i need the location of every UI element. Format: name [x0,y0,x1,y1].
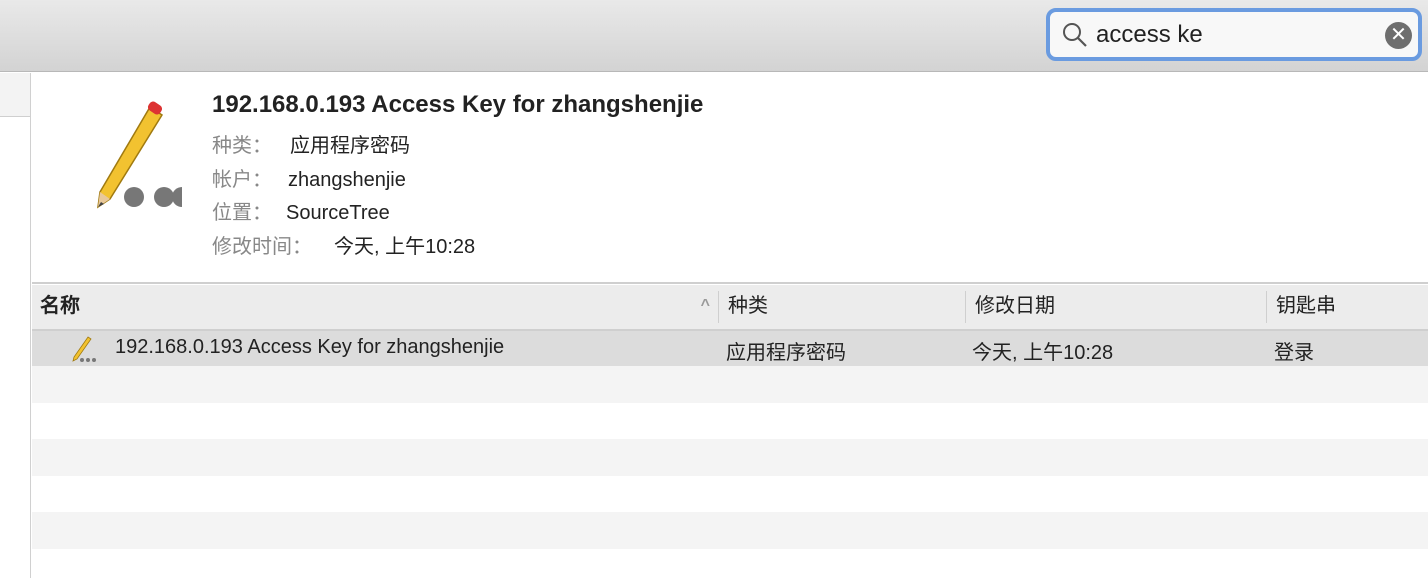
sidebar [0,73,31,578]
item-info-pane: 192.168.0.193 Access Key for zhangshenji… [32,73,1428,284]
search-icon [1062,22,1088,48]
location-field: 位置：SourceTree [212,196,390,225]
row-name: 192.168.0.193 Access Key for zhangshenji… [115,336,504,359]
row-date: 今天, 上午10:28 [972,336,1113,365]
empty-row [32,403,1428,440]
sidebar-header [0,73,30,117]
field-label: 位置： [212,196,286,225]
field-value: 应用程序密码 [290,135,410,157]
search-input[interactable]: access ke [1096,21,1203,49]
kind-field: 种类：应用程序密码 [212,129,410,158]
empty-row [32,476,1428,513]
column-header-kind[interactable]: 种类 [720,285,965,329]
toolbar: access ke ✕ [0,0,1428,72]
modified-field: 修改时间：今天, 上午10:28 [212,230,475,259]
item-title: 192.168.0.193 Access Key for zhangshenji… [212,91,703,119]
column-header-keychain[interactable]: 钥匙串 [1268,285,1428,329]
empty-row [32,366,1428,403]
clear-search-icon[interactable]: ✕ [1385,22,1412,49]
row-keychain: 登录 [1274,336,1314,365]
empty-row [32,439,1428,476]
password-pencil-icon [68,335,100,363]
column-divider[interactable] [965,291,966,323]
sort-ascending-icon: ^ [701,285,710,327]
field-label: 修改时间： [212,230,334,259]
table-header: 名称 ^ 种类 修改日期 钥匙串 [32,285,1428,331]
field-label: 帐户： [212,163,288,192]
row-kind: 应用程序密码 [726,336,846,365]
field-value: zhangshenjie [288,169,406,191]
field-label: 种类： [212,129,290,158]
column-label: 名称 [40,295,80,317]
column-divider[interactable] [1266,291,1267,323]
column-header-date[interactable]: 修改日期 [967,285,1267,329]
table-row[interactable]: 192.168.0.193 Access Key for zhangshenji… [32,331,1428,366]
column-divider[interactable] [718,291,719,323]
field-value: 今天, 上午10:28 [334,236,475,258]
password-pencil-icon [62,95,182,215]
search-field[interactable]: access ke ✕ [1046,8,1422,61]
empty-row [32,512,1428,549]
empty-row [32,549,1428,585]
column-header-name[interactable]: 名称 ^ [32,285,718,329]
field-value: SourceTree [286,202,390,224]
table-body: 192.168.0.193 Access Key for zhangshenji… [32,331,1428,585]
account-field: 帐户：zhangshenjie [212,163,406,192]
